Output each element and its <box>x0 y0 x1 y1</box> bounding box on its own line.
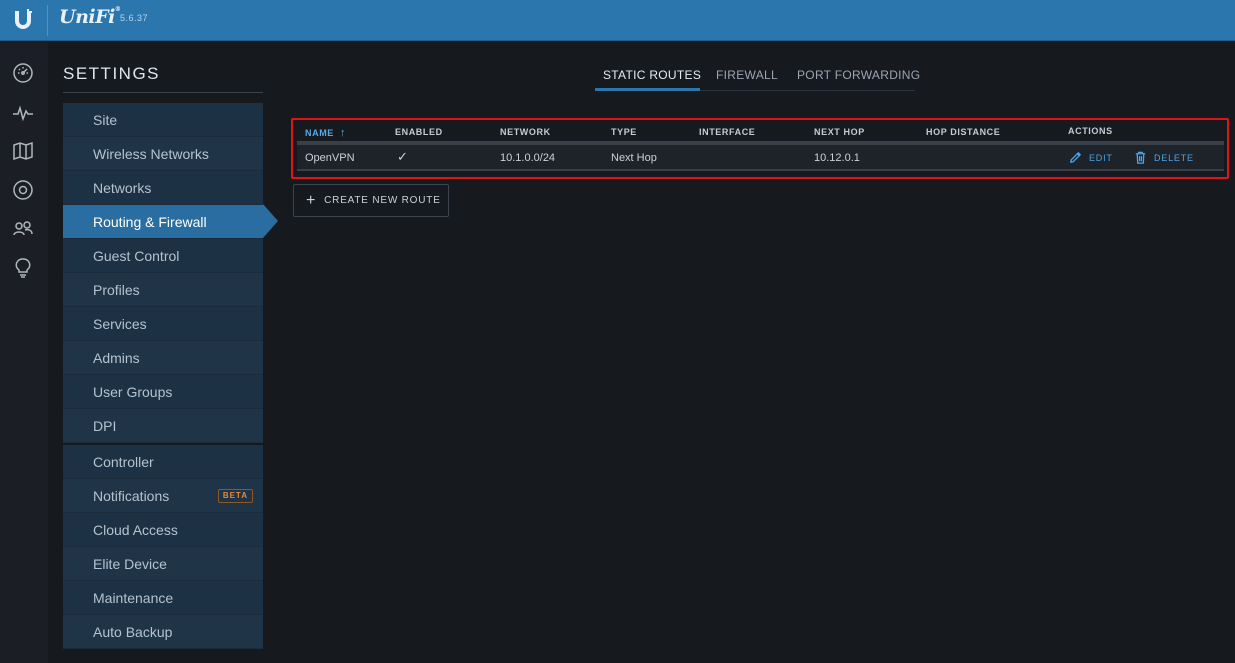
trash-icon <box>1135 151 1146 164</box>
enabled-check-icon: ✓ <box>397 149 408 164</box>
column-header-name[interactable]: NAME ↑ <box>305 127 346 139</box>
column-header-type[interactable]: TYPE <box>611 127 637 137</box>
statistics-icon[interactable] <box>12 102 34 124</box>
devices-icon[interactable] <box>12 179 34 201</box>
beta-badge: BETA <box>217 489 253 503</box>
column-header-interface[interactable]: INTERFACE <box>699 127 755 137</box>
active-tab-indicator <box>595 88 700 91</box>
cell-next-hop: 10.12.0.1 <box>814 152 860 164</box>
menu-item-guest-control[interactable]: Guest Control <box>63 239 263 273</box>
column-header-actions: ACTIONS <box>1068 126 1113 136</box>
menu-item-cloud-access[interactable]: Cloud Access <box>63 513 263 547</box>
tab-static-routes[interactable]: STATIC ROUTES <box>603 68 701 82</box>
menu-item-user-groups[interactable]: User Groups <box>63 375 263 409</box>
menu-item-controller[interactable]: Controller <box>63 445 263 479</box>
top-bar: UniFi® 5.6.37 <box>0 0 1235 41</box>
menu-item-routing-firewall[interactable]: Routing & Firewall <box>63 205 263 239</box>
map-icon[interactable] <box>12 140 34 162</box>
dashboard-icon[interactable] <box>12 62 34 84</box>
cell-type: Next Hop <box>611 152 657 164</box>
plus-icon: + <box>306 191 317 209</box>
column-header-hop-distance[interactable]: HOP DISTANCE <box>926 127 1000 137</box>
tab-port-forwarding[interactable]: PORT FORWARDING <box>797 68 920 82</box>
settings-menu-site-group: Site Wireless Networks Networks Routing … <box>63 103 263 443</box>
menu-item-profiles[interactable]: Profiles <box>63 273 263 307</box>
edit-route-button[interactable]: EDIT <box>1068 150 1113 165</box>
create-new-route-label: CREATE NEW ROUTE <box>324 195 441 206</box>
delete-label: DELETE <box>1154 152 1194 163</box>
static-routes-table: NAME ↑ ENABLED NETWORK TYPE INTERFACE NE… <box>291 118 1229 179</box>
settings-divider <box>63 92 263 93</box>
pencil-icon <box>1069 151 1082 164</box>
menu-item-services[interactable]: Services <box>63 307 263 341</box>
nav-rail <box>0 41 48 663</box>
ubiquiti-logo-icon[interactable] <box>9 6 37 34</box>
header-divider <box>47 5 48 36</box>
menu-item-notifications-label: Notifications <box>93 488 170 504</box>
column-header-name-label: NAME <box>305 128 334 138</box>
menu-item-notifications[interactable]: Notifications BETA <box>63 479 263 513</box>
column-header-enabled[interactable]: ENABLED <box>395 127 443 137</box>
settings-title: SETTINGS <box>63 64 161 83</box>
column-header-next-hop[interactable]: NEXT HOP <box>814 127 865 137</box>
menu-item-site[interactable]: Site <box>63 103 263 137</box>
menu-item-wireless-networks[interactable]: Wireless Networks <box>63 137 263 171</box>
insights-icon[interactable] <box>12 257 34 279</box>
delete-route-button[interactable]: DELETE <box>1133 150 1194 165</box>
version-label: 5.6.37 <box>120 13 149 23</box>
active-menu-pointer <box>263 204 278 238</box>
cell-network: 10.1.0.0/24 <box>500 152 556 164</box>
clients-icon[interactable] <box>12 218 34 240</box>
create-new-route-button[interactable]: + CREATE NEW ROUTE <box>293 184 449 217</box>
menu-item-networks[interactable]: Networks <box>63 171 263 205</box>
tab-firewall[interactable]: FIREWALL <box>716 68 778 82</box>
menu-item-auto-backup[interactable]: Auto Backup <box>63 615 263 649</box>
sort-arrow-up-icon: ↑ <box>340 127 347 139</box>
settings-menu: Site Wireless Networks Networks Routing … <box>63 103 263 649</box>
cell-name: OpenVPN <box>305 152 355 164</box>
menu-item-admins[interactable]: Admins <box>63 341 263 375</box>
edit-label: EDIT <box>1089 152 1113 163</box>
menu-item-maintenance[interactable]: Maintenance <box>63 581 263 615</box>
brand-name: UniFi <box>59 6 115 28</box>
menu-item-elite-device[interactable]: Elite Device <box>63 547 263 581</box>
brand-logo: UniFi® <box>59 6 121 28</box>
menu-item-dpi[interactable]: DPI <box>63 409 263 443</box>
settings-menu-controller-group: Controller Notifications BETA Cloud Acce… <box>63 445 263 649</box>
table-row[interactable]: OpenVPN ✓ 10.1.0.0/24 Next Hop 10.12.0.1… <box>297 145 1224 171</box>
column-header-network[interactable]: NETWORK <box>500 127 551 137</box>
